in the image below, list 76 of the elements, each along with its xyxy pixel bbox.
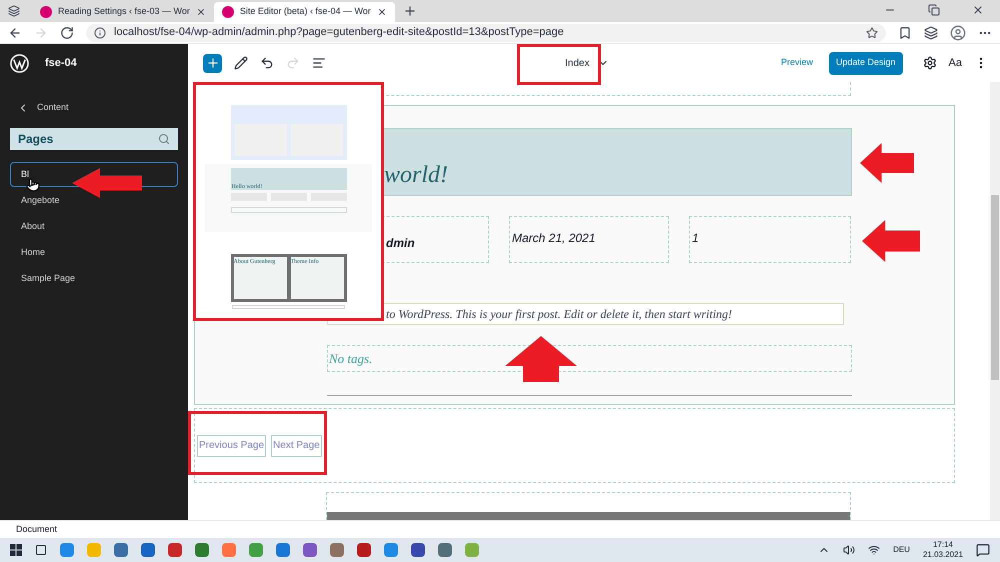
taskbar-app-icon[interactable] <box>249 543 263 557</box>
add-block-button[interactable] <box>203 54 222 72</box>
language-indicator[interactable]: DEU <box>893 544 910 556</box>
taskbar-app-icon[interactable] <box>60 543 74 557</box>
taskbar-app-icon[interactable] <box>357 543 371 557</box>
task-view-icon[interactable] <box>35 544 47 556</box>
notifications-icon[interactable] <box>976 543 990 557</box>
profile-icon[interactable] <box>950 24 966 40</box>
restore-icon[interactable] <box>928 4 940 16</box>
tab-actions-icon[interactable] <box>8 5 20 17</box>
preview-button[interactable]: Preview <box>776 56 817 70</box>
page-item[interactable]: Sample Page <box>10 266 178 291</box>
close-icon[interactable] <box>376 7 387 17</box>
taskbar-app-icon[interactable] <box>303 543 317 557</box>
windows-start-icon[interactable] <box>10 544 22 556</box>
status-text: Document <box>16 522 58 536</box>
browser-tab[interactable]: Reading Settings ‹ fse-03 — Wor <box>32 2 214 22</box>
scrollbar[interactable] <box>990 82 1000 520</box>
taskbar-app-icon[interactable] <box>114 543 128 557</box>
taskbar-app-icon[interactable] <box>411 543 425 557</box>
reload-icon[interactable] <box>60 26 74 40</box>
address-bar[interactable]: localhost/fse-04/wp-admin/admin.php?page=gutenberg-edit-site&postId=13&postType=page <box>86 24 886 42</box>
site-icon <box>222 6 234 18</box>
browser-tab[interactable]: Site Editor (beta) ‹ fse-04 — Wor <box>214 2 395 22</box>
list-view-icon[interactable] <box>312 56 326 70</box>
post-title: world! <box>384 161 448 190</box>
comment-count: 1 <box>692 230 699 246</box>
annotation-arrow <box>862 220 920 262</box>
volume-icon[interactable] <box>843 544 856 556</box>
tab-title: Reading Settings ‹ fse-03 — Wor <box>58 5 190 18</box>
annotation-arrow <box>860 143 914 183</box>
taskbar-app-icon[interactable] <box>384 543 398 557</box>
new-tab-icon[interactable] <box>402 4 417 18</box>
settings-icon[interactable] <box>922 56 937 70</box>
update-design-button[interactable]: Update Design <box>828 52 903 74</box>
collections-icon[interactable] <box>924 26 938 40</box>
pagination-link[interactable]: Next Page <box>271 434 322 456</box>
close-icon[interactable] <box>972 4 984 16</box>
taskbar-app-icon[interactable] <box>330 543 344 557</box>
pagination-link[interactable]: Previous Page <box>197 434 266 456</box>
tags-text: No tags. <box>329 350 372 368</box>
close-icon[interactable] <box>196 7 206 17</box>
wordpress-logo-icon[interactable] <box>10 54 29 72</box>
author-name: dmin <box>386 234 415 252</box>
url-text: localhost/fse-04/wp-admin/admin.php?page=gutenberg-edit-site&postId=13&postType=page <box>114 25 565 40</box>
info-icon <box>94 26 106 38</box>
favorites-icon[interactable] <box>898 26 912 40</box>
tab-title: Site Editor (beta) ‹ fse-04 — Wor <box>240 5 371 18</box>
annotation-arrow <box>505 336 577 382</box>
taskbar-app-icon[interactable] <box>195 543 209 557</box>
page-item[interactable]: Home <box>10 240 178 265</box>
taskbar-app-icon[interactable] <box>276 543 290 557</box>
post-date: March 21, 2021 <box>512 230 596 246</box>
taskbar-app-icon[interactable] <box>168 543 182 557</box>
page-item[interactable]: Angebote <box>10 188 178 213</box>
search-icon <box>158 133 170 145</box>
cursor-icon <box>26 178 40 192</box>
search-text: Pages <box>18 131 54 148</box>
plus-icon <box>206 56 220 70</box>
favorite-icon[interactable] <box>866 26 878 38</box>
search-field[interactable]: Pages <box>10 128 178 150</box>
post-excerpt: to WordPress. This is your first post. Edit or delete it, then start writing! <box>386 306 732 323</box>
clock-time: 17:14 <box>932 540 953 550</box>
edit-icon[interactable] <box>234 56 248 70</box>
taskbar-app-icon[interactable] <box>438 543 452 557</box>
back-icon[interactable] <box>8 26 22 40</box>
annotation-arrow <box>72 168 142 198</box>
taskbar-app-icon[interactable] <box>141 543 155 557</box>
back-link[interactable]: Content <box>10 101 178 115</box>
styles-button[interactable]: Aa <box>948 54 962 72</box>
undo-icon[interactable] <box>260 56 274 70</box>
clock-date: 21.03.2021 <box>922 550 963 560</box>
page-item[interactable]: About <box>10 214 178 239</box>
site-icon <box>40 6 52 18</box>
site-title: fse-04 <box>45 56 77 71</box>
template-dropdown[interactable]: Index <box>557 51 618 75</box>
